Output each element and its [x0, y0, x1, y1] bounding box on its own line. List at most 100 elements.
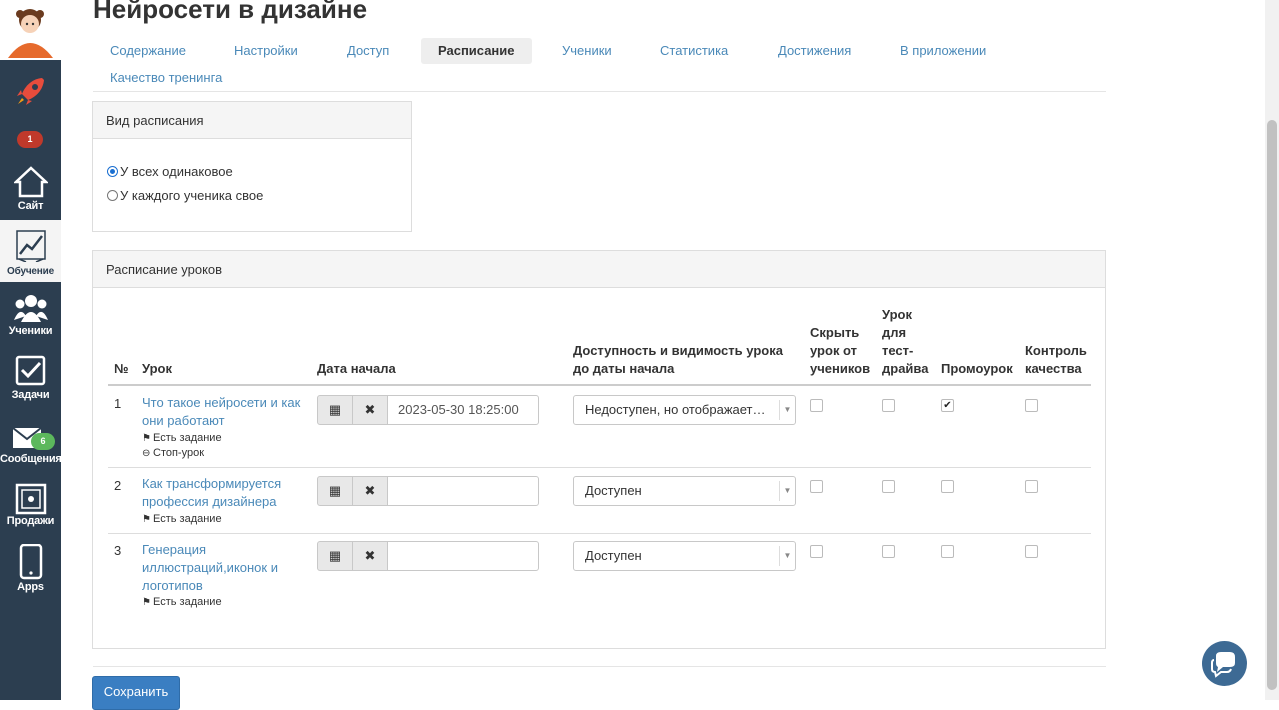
- promo-checkbox[interactable]: [941, 480, 954, 493]
- sales-icon: [15, 483, 47, 515]
- calendar-button[interactable]: ▦: [317, 476, 353, 506]
- column-header-start-date: Дата начала: [317, 361, 396, 376]
- schedule-type-panel: Вид расписания У всех одинаковое У каждо…: [92, 101, 412, 232]
- form-divider: [93, 666, 1106, 667]
- sidebar-item-label: Задачи: [11, 389, 50, 401]
- clear-date-button[interactable]: ✖: [352, 476, 388, 506]
- home-icon: [14, 166, 48, 198]
- lesson-link[interactable]: Генерация иллюстраций,иконок и логотипов: [142, 541, 292, 595]
- sidebar-item-label: Сообщения: [0, 453, 62, 465]
- schedule-option-individual[interactable]: У каждого ученика свое: [107, 188, 263, 203]
- meta-text: Стоп-урок: [153, 447, 205, 459]
- flag-icon: ⚑: [142, 514, 151, 525]
- hide-checkbox[interactable]: [810, 399, 823, 412]
- page-title: Нейросети в дизайне: [93, 0, 368, 24]
- tab-statistics[interactable]: Статистика: [643, 38, 745, 64]
- test-drive-checkbox[interactable]: [882, 545, 895, 558]
- sidebar: 1 Сайт Обучение Ученики Задачи Сообщения…: [0, 0, 62, 700]
- row-number: 1: [114, 396, 122, 411]
- tab-achievements[interactable]: Достижения: [761, 38, 868, 64]
- calendar-button[interactable]: ▦: [317, 395, 353, 425]
- checkbox-icon: [15, 355, 46, 386]
- lesson-meta-task: ⚑ Есть задание: [142, 513, 222, 525]
- sidebar-item-label: Продажи: [6, 515, 55, 527]
- radio-button[interactable]: [107, 166, 118, 177]
- sidebar-item-apps[interactable]: Apps: [0, 540, 61, 600]
- avatar-icon: [8, 9, 53, 58]
- tab-students[interactable]: Ученики: [545, 38, 629, 64]
- hide-checkbox[interactable]: [810, 545, 823, 558]
- column-header-num: №: [114, 361, 129, 376]
- select-value: Доступен: [585, 548, 642, 563]
- panel-heading: Вид расписания: [93, 102, 411, 139]
- start-date-input[interactable]: 2023-05-30 18:25:00: [387, 395, 539, 425]
- calendar-button[interactable]: ▦: [317, 541, 353, 571]
- promo-checkbox[interactable]: ✔: [941, 399, 954, 412]
- start-date-input[interactable]: [387, 476, 539, 506]
- sidebar-item-sales[interactable]: Продажи: [0, 476, 61, 538]
- sidebar-item-tasks[interactable]: Задачи: [0, 348, 61, 410]
- tab-training-quality[interactable]: Качество тренинга: [93, 65, 239, 91]
- lesson-meta-task: ⚑ Есть задание: [142, 432, 222, 444]
- column-header-availability: Доступность и видимость урока до даты на…: [573, 343, 783, 376]
- sidebar-item-site[interactable]: Сайт: [0, 160, 61, 220]
- chat-icon: [1211, 652, 1235, 678]
- meta-text: Есть задание: [153, 513, 222, 525]
- sidebar-item-students[interactable]: Ученики: [0, 284, 61, 346]
- tab-in-app[interactable]: В приложении: [883, 38, 1003, 64]
- row-number: 3: [114, 543, 122, 558]
- avatar-logo[interactable]: [0, 0, 61, 60]
- tab-content[interactable]: Содержание: [93, 38, 203, 64]
- calendar-icon: ▦: [328, 483, 342, 498]
- availability-select[interactable]: Доступен ▼: [573, 541, 796, 571]
- calendar-icon: ▦: [328, 402, 342, 417]
- meta-text: Есть задание: [153, 432, 222, 444]
- lesson-meta-task: ⚑ Есть задание: [142, 596, 222, 608]
- calendar-icon: ▦: [328, 548, 342, 563]
- test-drive-checkbox[interactable]: [882, 399, 895, 412]
- column-header-hide: Скрыть урок от учеников: [810, 325, 871, 376]
- column-header-promo: Промоурок: [941, 361, 1013, 376]
- clear-icon: ✖: [364, 483, 376, 498]
- chat-button[interactable]: [1202, 641, 1247, 686]
- select-value: Доступен: [585, 483, 642, 498]
- rocket-icon: [17, 78, 44, 105]
- availability-select[interactable]: Недоступен, но отображает… ▼: [573, 395, 796, 425]
- chevron-down-icon: ▼: [779, 400, 795, 420]
- table-divider: [108, 384, 1091, 386]
- tab-access[interactable]: Доступ: [330, 38, 406, 64]
- lesson-link[interactable]: Что такое нейросети и как они работают: [142, 394, 307, 430]
- quality-checkbox[interactable]: [1025, 480, 1038, 493]
- availability-select[interactable]: Доступен ▼: [573, 476, 796, 506]
- sidebar-item-rocket[interactable]: [0, 62, 61, 122]
- tab-settings[interactable]: Настройки: [217, 38, 315, 64]
- radio-label: У каждого ученика свое: [120, 188, 264, 203]
- hide-checkbox[interactable]: [810, 480, 823, 493]
- tab-schedule[interactable]: Расписание: [421, 38, 532, 64]
- radio-button[interactable]: [107, 190, 118, 201]
- column-header-quality: Контроль качества: [1025, 343, 1087, 376]
- meta-text: Есть задание: [153, 596, 222, 608]
- sidebar-item-label: Сайт: [17, 200, 44, 212]
- flag-icon: ⚑: [142, 597, 151, 608]
- row-divider: [108, 467, 1091, 468]
- test-drive-checkbox[interactable]: [882, 480, 895, 493]
- clear-date-button[interactable]: ✖: [352, 395, 388, 425]
- promo-checkbox[interactable]: [941, 545, 954, 558]
- sidebar-item-label: Ученики: [8, 325, 53, 337]
- schedule-option-same[interactable]: У всех одинаковое: [107, 164, 233, 179]
- clear-date-button[interactable]: ✖: [352, 541, 388, 571]
- clear-icon: ✖: [364, 402, 376, 417]
- quality-checkbox[interactable]: [1025, 399, 1038, 412]
- sidebar-item-learning[interactable]: Обучение: [0, 220, 61, 282]
- quality-checkbox[interactable]: [1025, 545, 1038, 558]
- lesson-meta-stop: ⊖ Стоп-урок: [142, 447, 204, 459]
- users-icon: [14, 295, 48, 322]
- chart-icon: [16, 230, 46, 262]
- save-button[interactable]: Сохранить: [92, 676, 180, 710]
- lesson-link[interactable]: Как трансформируется профессия дизайнера: [142, 475, 307, 511]
- messages-badge: 6: [31, 433, 55, 450]
- scrollbar-thumb[interactable]: [1267, 120, 1277, 690]
- sidebar-item-label: Apps: [17, 581, 44, 593]
- start-date-input[interactable]: [387, 541, 539, 571]
